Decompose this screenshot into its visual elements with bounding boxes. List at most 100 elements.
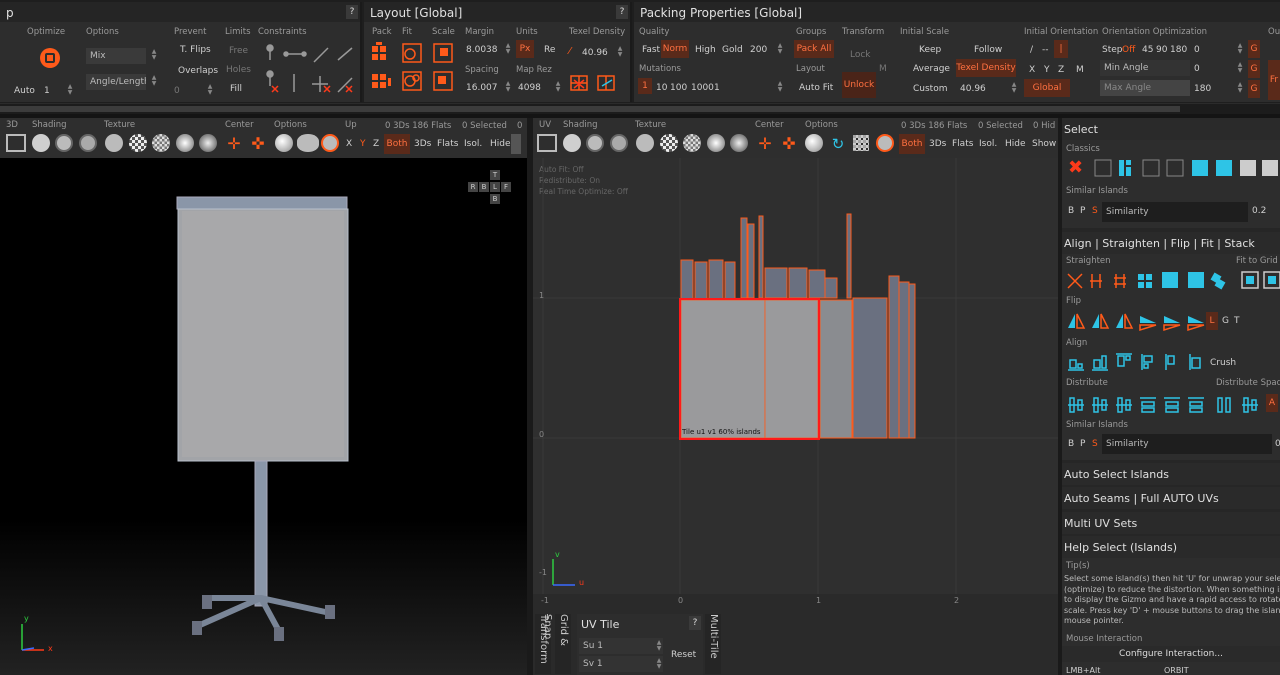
quality-norm[interactable]: Norm [661, 40, 689, 58]
similarity-field-2[interactable]: Similarity [1102, 434, 1272, 454]
texture-plain-icon[interactable] [105, 134, 123, 152]
optimize-icon[interactable] [40, 48, 60, 68]
spacing-spinner[interactable]: ▲ ▼ [504, 81, 512, 93]
pack-fit-scale-icons[interactable] [370, 42, 460, 98]
min-angle-field[interactable]: Min Angle [1100, 60, 1190, 76]
fr-button[interactable]: Fr [1268, 60, 1280, 100]
uv-viewport[interactable]: Auto Fit: Off Redistribute: On Real Time… [533, 158, 1060, 610]
su-spinner[interactable]: ▲ ▼ [655, 640, 663, 652]
axis-y[interactable]: Y [1044, 65, 1050, 75]
global-button[interactable]: Global [1024, 79, 1070, 97]
angle-length-spinner[interactable]: ▲ ▼ [150, 75, 158, 87]
mutation-10[interactable]: 10 [656, 83, 667, 93]
texture-dist-icon[interactable] [176, 134, 194, 152]
toolbar-scrollbar[interactable] [0, 104, 1280, 114]
shading-solid-icon[interactable] [32, 134, 50, 152]
center-icon-1[interactable]: ✛ [224, 134, 244, 154]
deselect-icon[interactable]: ✖ [1068, 158, 1083, 178]
texture-checker-icon[interactable] [129, 134, 147, 152]
quality-gold[interactable]: Gold [722, 45, 743, 55]
similarity-field[interactable]: Similarity [1102, 202, 1248, 222]
step-180[interactable]: 180 [1170, 45, 1187, 55]
viewport-3d[interactable]: T B L F R B y x [0, 158, 527, 675]
step-spinner[interactable]: ▲ ▼ [1236, 43, 1244, 55]
angle-length-select[interactable]: Angle/Length [86, 74, 146, 90]
custom-spinner[interactable]: ▲ ▼ [1010, 82, 1018, 94]
uv-texture-checker-icon[interactable] [660, 134, 678, 152]
uv-both-button[interactable]: Both [899, 134, 925, 154]
vp3d-axis-y[interactable]: Y [360, 139, 366, 149]
g-button-2[interactable]: G [1248, 60, 1260, 78]
uv-show-button[interactable]: Show [1032, 139, 1056, 149]
help-select-islands[interactable]: Help Select (Islands) [1062, 536, 1280, 558]
multi-uv-sets[interactable]: Multi UV Sets [1062, 512, 1280, 534]
sim-b[interactable]: B [1068, 206, 1074, 216]
maprez-spinner[interactable]: ▲ ▼ [554, 81, 562, 93]
uv-flats-button[interactable]: Flats [952, 139, 973, 149]
average-button[interactable]: Average [913, 64, 950, 74]
view-cube[interactable]: T B L F R B [468, 170, 511, 206]
spacing-value[interactable]: 16.007 [466, 83, 498, 93]
m-button[interactable]: M [879, 64, 887, 74]
margin-spinner[interactable]: ▲ ▼ [504, 43, 512, 55]
uv-isol-button[interactable]: Isol. [979, 139, 997, 149]
sv-spinner[interactable]: ▲ ▼ [655, 658, 663, 670]
texture-checker2-icon[interactable] [152, 134, 170, 152]
sim-s[interactable]: S [1092, 206, 1098, 216]
vp3d-both-button[interactable]: Both [384, 134, 410, 154]
options-value-spinner[interactable]: ▲ ▼ [206, 84, 214, 96]
align-icons[interactable] [1066, 352, 1206, 374]
overlaps-button[interactable]: Overlaps [178, 66, 218, 76]
uv-texture-checker2-icon[interactable] [683, 134, 701, 152]
mutation-100[interactable]: 100 [670, 83, 687, 93]
mode-select[interactable]: Mix [86, 48, 146, 64]
texture-dist2-icon[interactable] [199, 134, 217, 152]
orient-slash[interactable]: / [1030, 45, 1033, 55]
auto-seams[interactable]: Auto Seams | Full AUTO UVs [1062, 487, 1280, 509]
max-angle-value[interactable]: 180 [1194, 84, 1211, 94]
vp3d-axis-x[interactable]: X [346, 139, 352, 149]
su-value[interactable]: 1 [597, 641, 603, 651]
g-button-1[interactable]: G [1248, 40, 1260, 58]
sv-field[interactable]: Sv 1 [579, 656, 663, 672]
fill-button[interactable]: Fill [230, 84, 242, 94]
axis-z[interactable]: Z [1058, 65, 1064, 75]
mutation-1000[interactable]: 1000 [691, 83, 714, 93]
step-90[interactable]: 90 [1156, 45, 1167, 55]
min-angle-value[interactable]: 0 [1194, 64, 1200, 74]
min-angle-spinner[interactable]: ▲ ▼ [1236, 62, 1244, 74]
mutation-spinner[interactable]: ▲ ▼ [776, 81, 784, 93]
unwrap-help-button[interactable]: ? [346, 5, 358, 19]
custom-button[interactable]: Custom [913, 84, 947, 94]
shading-mix-icon[interactable] [79, 134, 97, 152]
uv-tile-help[interactable]: ? [689, 616, 701, 630]
mode-spinner[interactable]: ▲ ▼ [150, 49, 158, 61]
similarity-value-2[interactable]: 0 [1275, 439, 1280, 449]
align-section-title[interactable]: Align | Straighten | Flip | Fit | Stack [1062, 232, 1280, 254]
quality-high[interactable]: High [695, 45, 716, 55]
flip-g-button[interactable]: G [1222, 316, 1229, 326]
vp3d-toolbar-scroll[interactable] [511, 134, 521, 154]
free-button[interactable]: Free [229, 46, 248, 56]
axis-x[interactable]: X [1029, 65, 1035, 75]
follow-button[interactable]: Follow [974, 45, 1002, 55]
mutation-1[interactable]: 1 [638, 78, 652, 94]
step-0[interactable]: 0 [1194, 45, 1200, 55]
margin-value[interactable]: 8.0038 [466, 45, 498, 55]
uv-options-orange-icon[interactable] [876, 134, 894, 152]
vp3d-3ds-button[interactable]: 3Ds [414, 139, 431, 149]
uv-center-icon-1[interactable]: ✛ [755, 134, 775, 154]
select-section-title[interactable]: Select [1062, 118, 1280, 140]
max-angle-field[interactable]: Max Angle [1100, 80, 1190, 96]
max-angle-spinner[interactable]: ▲ ▼ [1236, 82, 1244, 94]
keep-button[interactable]: Keep [919, 45, 941, 55]
uv-grid-icon[interactable] [853, 135, 869, 151]
step-off[interactable]: Off [1122, 45, 1135, 55]
reset-button[interactable]: Reset [671, 650, 696, 660]
uv-texture-plain-icon[interactable] [636, 134, 654, 152]
distribute-a-button[interactable]: A [1266, 394, 1278, 412]
uv-rotate-icon[interactable]: ↻ [828, 134, 848, 154]
distribute-icons[interactable] [1066, 394, 1266, 416]
tflips-button[interactable]: T. Flips [180, 45, 211, 55]
g-button-3[interactable]: G [1248, 80, 1260, 98]
